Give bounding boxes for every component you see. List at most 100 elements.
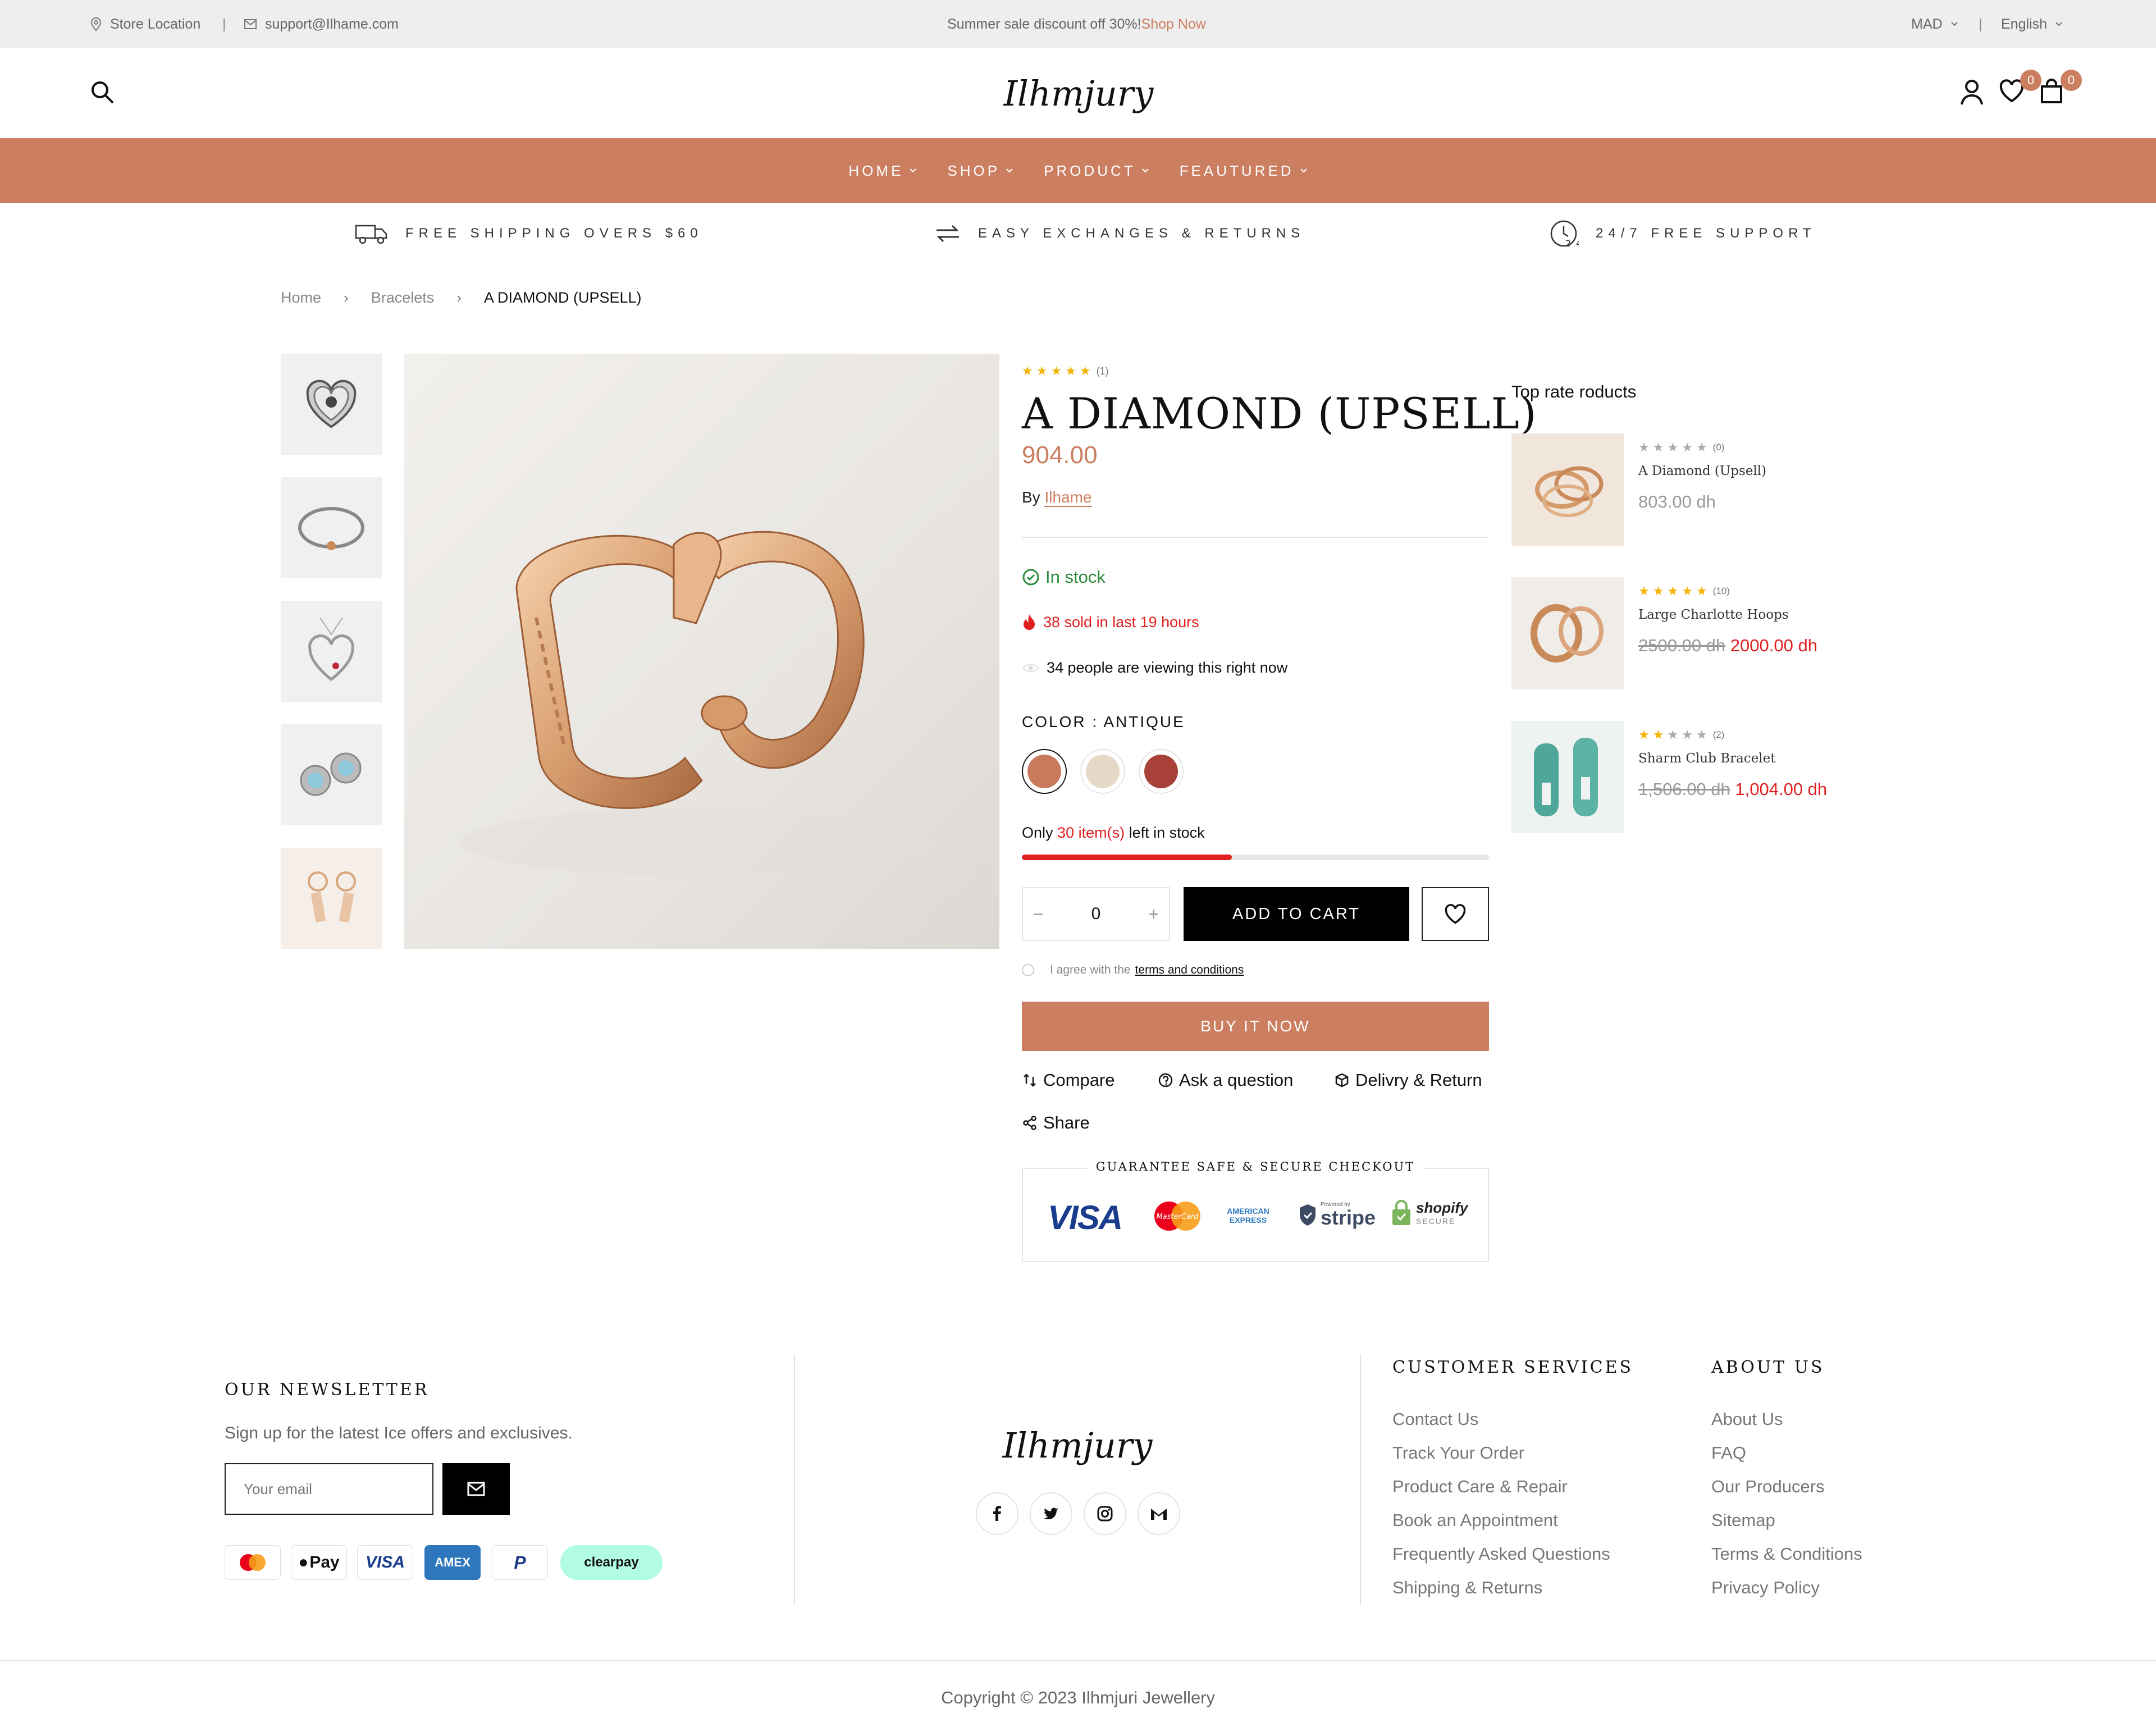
- side-product-image: [1511, 577, 1624, 689]
- add-to-wishlist-button[interactable]: [1422, 887, 1489, 941]
- product-main-image[interactable]: [404, 354, 999, 949]
- thumbnail-heart-charm[interactable]: [281, 354, 382, 455]
- clearpay-card: clearpay: [560, 1545, 663, 1580]
- ask-question-link[interactable]: Ask a question: [1158, 1070, 1293, 1090]
- wishlist-count-badge: 0: [2020, 70, 2041, 91]
- review-count: (1): [1096, 365, 1109, 377]
- nav-item-shop[interactable]: SHOP: [947, 162, 1013, 180]
- instagram-button[interactable]: [1084, 1492, 1126, 1535]
- side-product-name: A Diamond (Upsell): [1638, 464, 1767, 478]
- nav-item-product[interactable]: PRODUCT: [1044, 162, 1149, 180]
- store-location-label: Store Location: [110, 16, 201, 32]
- color-swatch-cream[interactable]: [1080, 749, 1125, 794]
- shop-now-link[interactable]: Shop Now: [1141, 16, 1206, 33]
- footer-link-producers[interactable]: Our Producers: [1711, 1477, 1825, 1497]
- top-bar: Store Location | support@Ilhame.com Summ…: [0, 0, 2156, 48]
- color-swatch-red[interactable]: [1139, 749, 1184, 794]
- terms-link[interactable]: terms and conditions: [1135, 963, 1244, 977]
- footer-link-about[interactable]: About Us: [1711, 1409, 1783, 1429]
- currency-select[interactable]: MAD: [1911, 0, 1958, 48]
- side-product[interactable]: ★ ★ ★ ★ ★ (2) Sharm Club Bracelet 1,506.00 d…: [1511, 721, 1904, 833]
- product-rating[interactable]: ★ ★ ★ ★ ★ (1): [1022, 364, 1109, 378]
- stripe-text: stripe: [1321, 1206, 1376, 1229]
- language-select[interactable]: English: [2001, 0, 2063, 48]
- plus-icon[interactable]: +: [1148, 904, 1159, 925]
- store-location-link[interactable]: Store Location: [90, 0, 200, 48]
- ask-question-label: Ask a question: [1179, 1070, 1294, 1090]
- footer-link-track-order[interactable]: Track Your Order: [1392, 1443, 1524, 1463]
- side-product[interactable]: ★ ★ ★ ★ ★ (10) Large Charlotte Hoops 2500.00…: [1511, 577, 1904, 689]
- thumbnail-bangle[interactable]: [281, 477, 382, 578]
- viewing-text: 34 people are viewing this right now: [1047, 659, 1288, 676]
- header: Ilhmjury 0 0: [0, 48, 2156, 138]
- nav-item-featured[interactable]: FEAUTURED: [1180, 162, 1308, 180]
- divider: |: [1979, 16, 1983, 32]
- compare-icon: [1022, 1072, 1038, 1088]
- breadcrumb: Home › Bracelets › A DIAMOND (UPSELL): [281, 286, 642, 309]
- mastercard-logo: MasterCard: [1152, 1200, 1203, 1232]
- email-label: support@Ilhame.com: [265, 16, 399, 32]
- thumbnail-earrings[interactable]: [281, 724, 382, 825]
- color-swatch-antique[interactable]: [1022, 749, 1067, 794]
- shopify-logo: shopify SECURE: [1390, 1198, 1468, 1226]
- star-icon: ★: [1036, 364, 1048, 378]
- twitter-icon: [1044, 1507, 1058, 1519]
- side-product-price: 803.00 dh: [1638, 492, 1716, 511]
- compare-link[interactable]: Compare: [1022, 1070, 1115, 1090]
- search-icon[interactable]: [90, 80, 115, 104]
- swatch-fill: [1144, 755, 1178, 788]
- footer-link-terms[interactable]: Terms & Conditions: [1711, 1544, 1862, 1564]
- promo-text: Summer sale discount off 30%!: [947, 16, 1141, 32]
- chevron-down-icon: [1006, 168, 1013, 173]
- chevron-down-icon: [1951, 21, 1958, 27]
- newsletter-submit-button[interactable]: [442, 1463, 510, 1515]
- side-product-price-row: 2500.00 dh 2000.00 dh: [1638, 636, 1817, 656]
- guarantee-title-wrap: GUARANTEE SAFE & SECURE CHECKOUT: [1023, 1160, 1488, 1173]
- footer-divider: [794, 1354, 795, 1605]
- heart-pendant-image: [308, 617, 354, 682]
- footer-link-shipping-returns[interactable]: Shipping & Returns: [1392, 1578, 1542, 1598]
- footer-link-contact[interactable]: Contact Us: [1392, 1409, 1478, 1429]
- footer-bottom-divider: [0, 1660, 2156, 1661]
- quantity-value[interactable]: 0: [1091, 904, 1101, 924]
- newsletter-email-input[interactable]: [225, 1463, 433, 1515]
- email-link[interactable]: support@Ilhame.com: [244, 0, 399, 48]
- viewing-info: 34 people are viewing this right now: [1022, 659, 1287, 677]
- stock-progress-fill: [1022, 855, 1232, 860]
- currency-value: MAD: [1911, 16, 1943, 32]
- nav-label: FEAUTURED: [1179, 162, 1294, 179]
- facebook-button[interactable]: [976, 1492, 1018, 1535]
- logo[interactable]: Ilhmjury: [1004, 65, 1154, 121]
- vendor-link[interactable]: Ilhame: [1044, 488, 1092, 507]
- swatch-fill: [1027, 755, 1061, 788]
- add-to-cart-button[interactable]: ADD TO CART: [1184, 887, 1409, 941]
- share-link[interactable]: Share: [1022, 1113, 1090, 1133]
- breadcrumb-category[interactable]: Bracelets: [371, 289, 435, 307]
- account-icon[interactable]: [1959, 79, 1984, 106]
- footer-link-product-care[interactable]: Product Care & Repair: [1392, 1477, 1568, 1497]
- gmail-button[interactable]: [1138, 1492, 1180, 1535]
- footer-link-sitemap[interactable]: Sitemap: [1711, 1510, 1775, 1531]
- footer-link-privacy[interactable]: Privacy Policy: [1711, 1578, 1820, 1598]
- side-product[interactable]: ★ ★ ★ ★ ★ (0) A Diamond (Upsell) 803.00 dh: [1511, 433, 1904, 546]
- divider: |: [222, 16, 226, 32]
- share-label: Share: [1043, 1113, 1090, 1132]
- footer-logo[interactable]: Ilhmjury: [1003, 1417, 1153, 1473]
- thumbnail-drop-earrings[interactable]: [281, 848, 382, 949]
- footer-link-appointment[interactable]: Book an Appointment: [1392, 1510, 1558, 1531]
- delivery-return-link[interactable]: Delivry & Return: [1334, 1070, 1482, 1090]
- amex-card: AMEX: [424, 1545, 481, 1580]
- thumbnail-heart-pendant[interactable]: [281, 601, 382, 702]
- terms-checkbox[interactable]: [1022, 964, 1034, 976]
- breadcrumb-home[interactable]: Home: [281, 289, 321, 307]
- footer-link-faq[interactable]: FAQ: [1711, 1443, 1746, 1463]
- footer-link-faq-full[interactable]: Frequently Asked Questions: [1392, 1544, 1610, 1564]
- twitter-button[interactable]: [1030, 1492, 1072, 1535]
- buy-now-button[interactable]: BUY IT NOW: [1022, 1002, 1489, 1051]
- terms-agreement: I agree with the terms and conditions: [1022, 963, 1244, 977]
- side-product-name: Sharm Club Bracelet: [1638, 751, 1776, 766]
- side-product-rating: ★ ★ ★ ★ ★ (2): [1638, 728, 1725, 742]
- minus-icon[interactable]: −: [1033, 904, 1044, 925]
- nav-item-home[interactable]: HOME: [848, 162, 917, 180]
- mastercard-card: [225, 1545, 281, 1580]
